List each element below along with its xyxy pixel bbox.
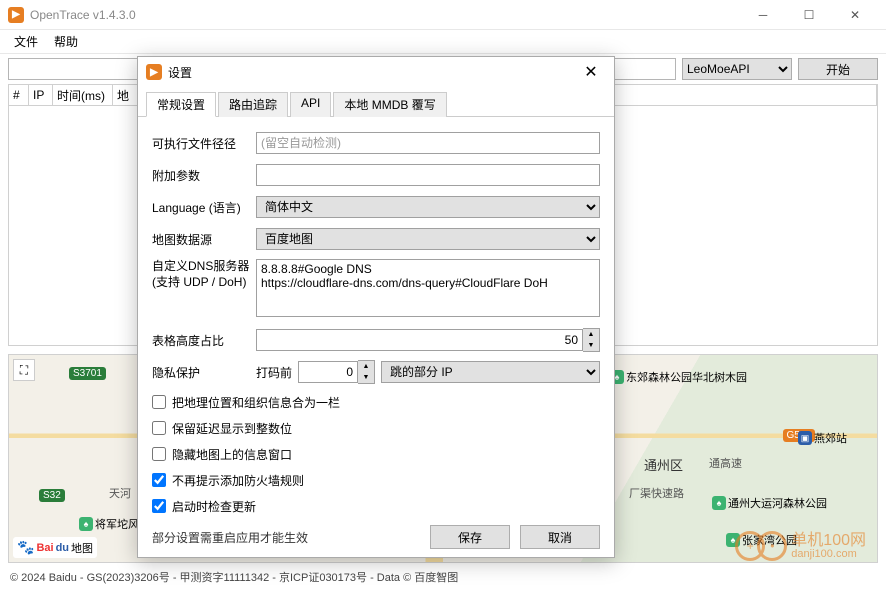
map-place-label: 天河: [109, 485, 131, 501]
titlebar: ▶ OpenTrace v1.4.3.0 ─ ☐ ✕: [0, 0, 886, 30]
th-ip[interactable]: IP: [29, 85, 53, 105]
map-road-label: 厂渠快速路: [629, 485, 684, 501]
restart-note: 部分设置需重启应用才能生效: [152, 529, 420, 546]
app-logo-icon: ▶: [8, 7, 24, 23]
api-select[interactable]: LeoMoeAPI: [682, 58, 792, 80]
maximize-button[interactable]: ☐: [786, 0, 832, 30]
privacy-count-input[interactable]: [298, 361, 358, 383]
dialog-close-button[interactable]: ✕: [576, 57, 606, 87]
th-time[interactable]: 时间(ms): [53, 85, 113, 105]
map-marker: ▣燕郊站: [798, 430, 847, 446]
table-height-label: 表格高度占比: [152, 332, 256, 349]
dialog-titlebar: ▶ 设置 ✕: [138, 57, 614, 87]
args-input[interactable]: [256, 164, 600, 186]
dialog-footer: 部分设置需重启应用才能生效 保存 取消: [138, 517, 614, 557]
mapsrc-label: 地图数据源: [152, 231, 256, 248]
tab-mmdb[interactable]: 本地 MMDB 覆写: [333, 92, 446, 117]
language-label: Language (语言): [152, 199, 256, 216]
spinner-down-button[interactable]: ▼: [583, 340, 599, 351]
check-integer-latency[interactable]: 保留延迟显示到整数位: [152, 418, 600, 438]
start-button[interactable]: 开始: [798, 58, 878, 80]
map-road-label: 通高速: [709, 455, 742, 471]
settings-dialog: ▶ 设置 ✕ 常规设置 路由追踪 API 本地 MMDB 覆写 可执行文件径径 …: [137, 56, 615, 558]
privacy-label: 隐私保护: [152, 364, 256, 381]
map-marker: ♠东郊森林公园华北树木园: [610, 369, 747, 385]
check-integer-latency-input[interactable]: [152, 421, 166, 435]
privacy-before-label: 打码前: [256, 364, 292, 381]
check-hide-infowindow[interactable]: 隐藏地图上的信息窗口: [152, 444, 600, 464]
table-height-input[interactable]: [256, 329, 583, 351]
tab-general[interactable]: 常规设置: [146, 92, 216, 117]
check-update-on-start-input[interactable]: [152, 499, 166, 513]
tab-api[interactable]: API: [290, 92, 331, 117]
th-num[interactable]: #: [9, 85, 29, 105]
exe-path-label: 可执行文件径径: [152, 135, 256, 152]
map-marker: ♠张家湾公园: [726, 532, 797, 548]
tab-route[interactable]: 路由追踪: [218, 92, 288, 117]
menubar: 文件 帮助: [0, 30, 886, 54]
close-button[interactable]: ✕: [832, 0, 878, 30]
dialog-title: 设置: [168, 64, 576, 81]
cancel-button[interactable]: 取消: [520, 525, 600, 549]
map-fullscreen-button[interactable]: ⛶: [13, 359, 35, 381]
road-badge: S32: [39, 489, 65, 502]
dns-label: 自定义DNS服务器(支持 UDP / DoH): [152, 259, 256, 290]
spinner-up-button[interactable]: ▲: [358, 361, 374, 372]
check-merge-geo[interactable]: 把地理位置和组织信息合为一栏: [152, 392, 600, 412]
exe-path-input[interactable]: [256, 132, 600, 154]
check-hide-infowindow-input[interactable]: [152, 447, 166, 461]
spinner-up-button[interactable]: ▲: [583, 329, 599, 340]
spinner-down-button[interactable]: ▼: [358, 372, 374, 383]
check-no-firewall-prompt[interactable]: 不再提示添加防火墙规则: [152, 470, 600, 490]
dns-textarea[interactable]: 8.8.8.8#Google DNS https://cloudflare-dn…: [256, 259, 600, 317]
tabstrip: 常规设置 路由追踪 API 本地 MMDB 覆写: [138, 87, 614, 117]
map-place-label: 通州区: [644, 455, 683, 474]
road-badge: S3701: [69, 367, 106, 380]
window-title: OpenTrace v1.4.3.0: [30, 8, 740, 22]
baidu-logo: 🐾Baidu 地图: [13, 537, 97, 558]
menu-help[interactable]: 帮助: [46, 31, 86, 52]
dialog-logo-icon: ▶: [146, 64, 162, 80]
menu-file[interactable]: 文件: [6, 31, 46, 52]
save-button[interactable]: 保存: [430, 525, 510, 549]
args-label: 附加参数: [152, 167, 256, 184]
dialog-body: 可执行文件径径 附加参数 Language (语言) 简体中文 地图数据源 百度…: [138, 117, 614, 517]
map-marker: ♠将军坨风: [79, 516, 139, 532]
check-merge-geo-input[interactable]: [152, 395, 166, 409]
map-marker: ♠通州大运河森林公园: [712, 495, 827, 511]
mapsrc-select[interactable]: 百度地图: [256, 228, 600, 250]
privacy-mode-select[interactable]: 跳的部分 IP: [381, 361, 600, 383]
language-select[interactable]: 简体中文: [256, 196, 600, 218]
copyright-footer: © 2024 Baidu - GS(2023)3206号 - 甲测资字11111…: [10, 569, 458, 585]
check-update-on-start[interactable]: 启动时检查更新: [152, 496, 600, 516]
minimize-button[interactable]: ─: [740, 0, 786, 30]
check-no-firewall-prompt-input[interactable]: [152, 473, 166, 487]
